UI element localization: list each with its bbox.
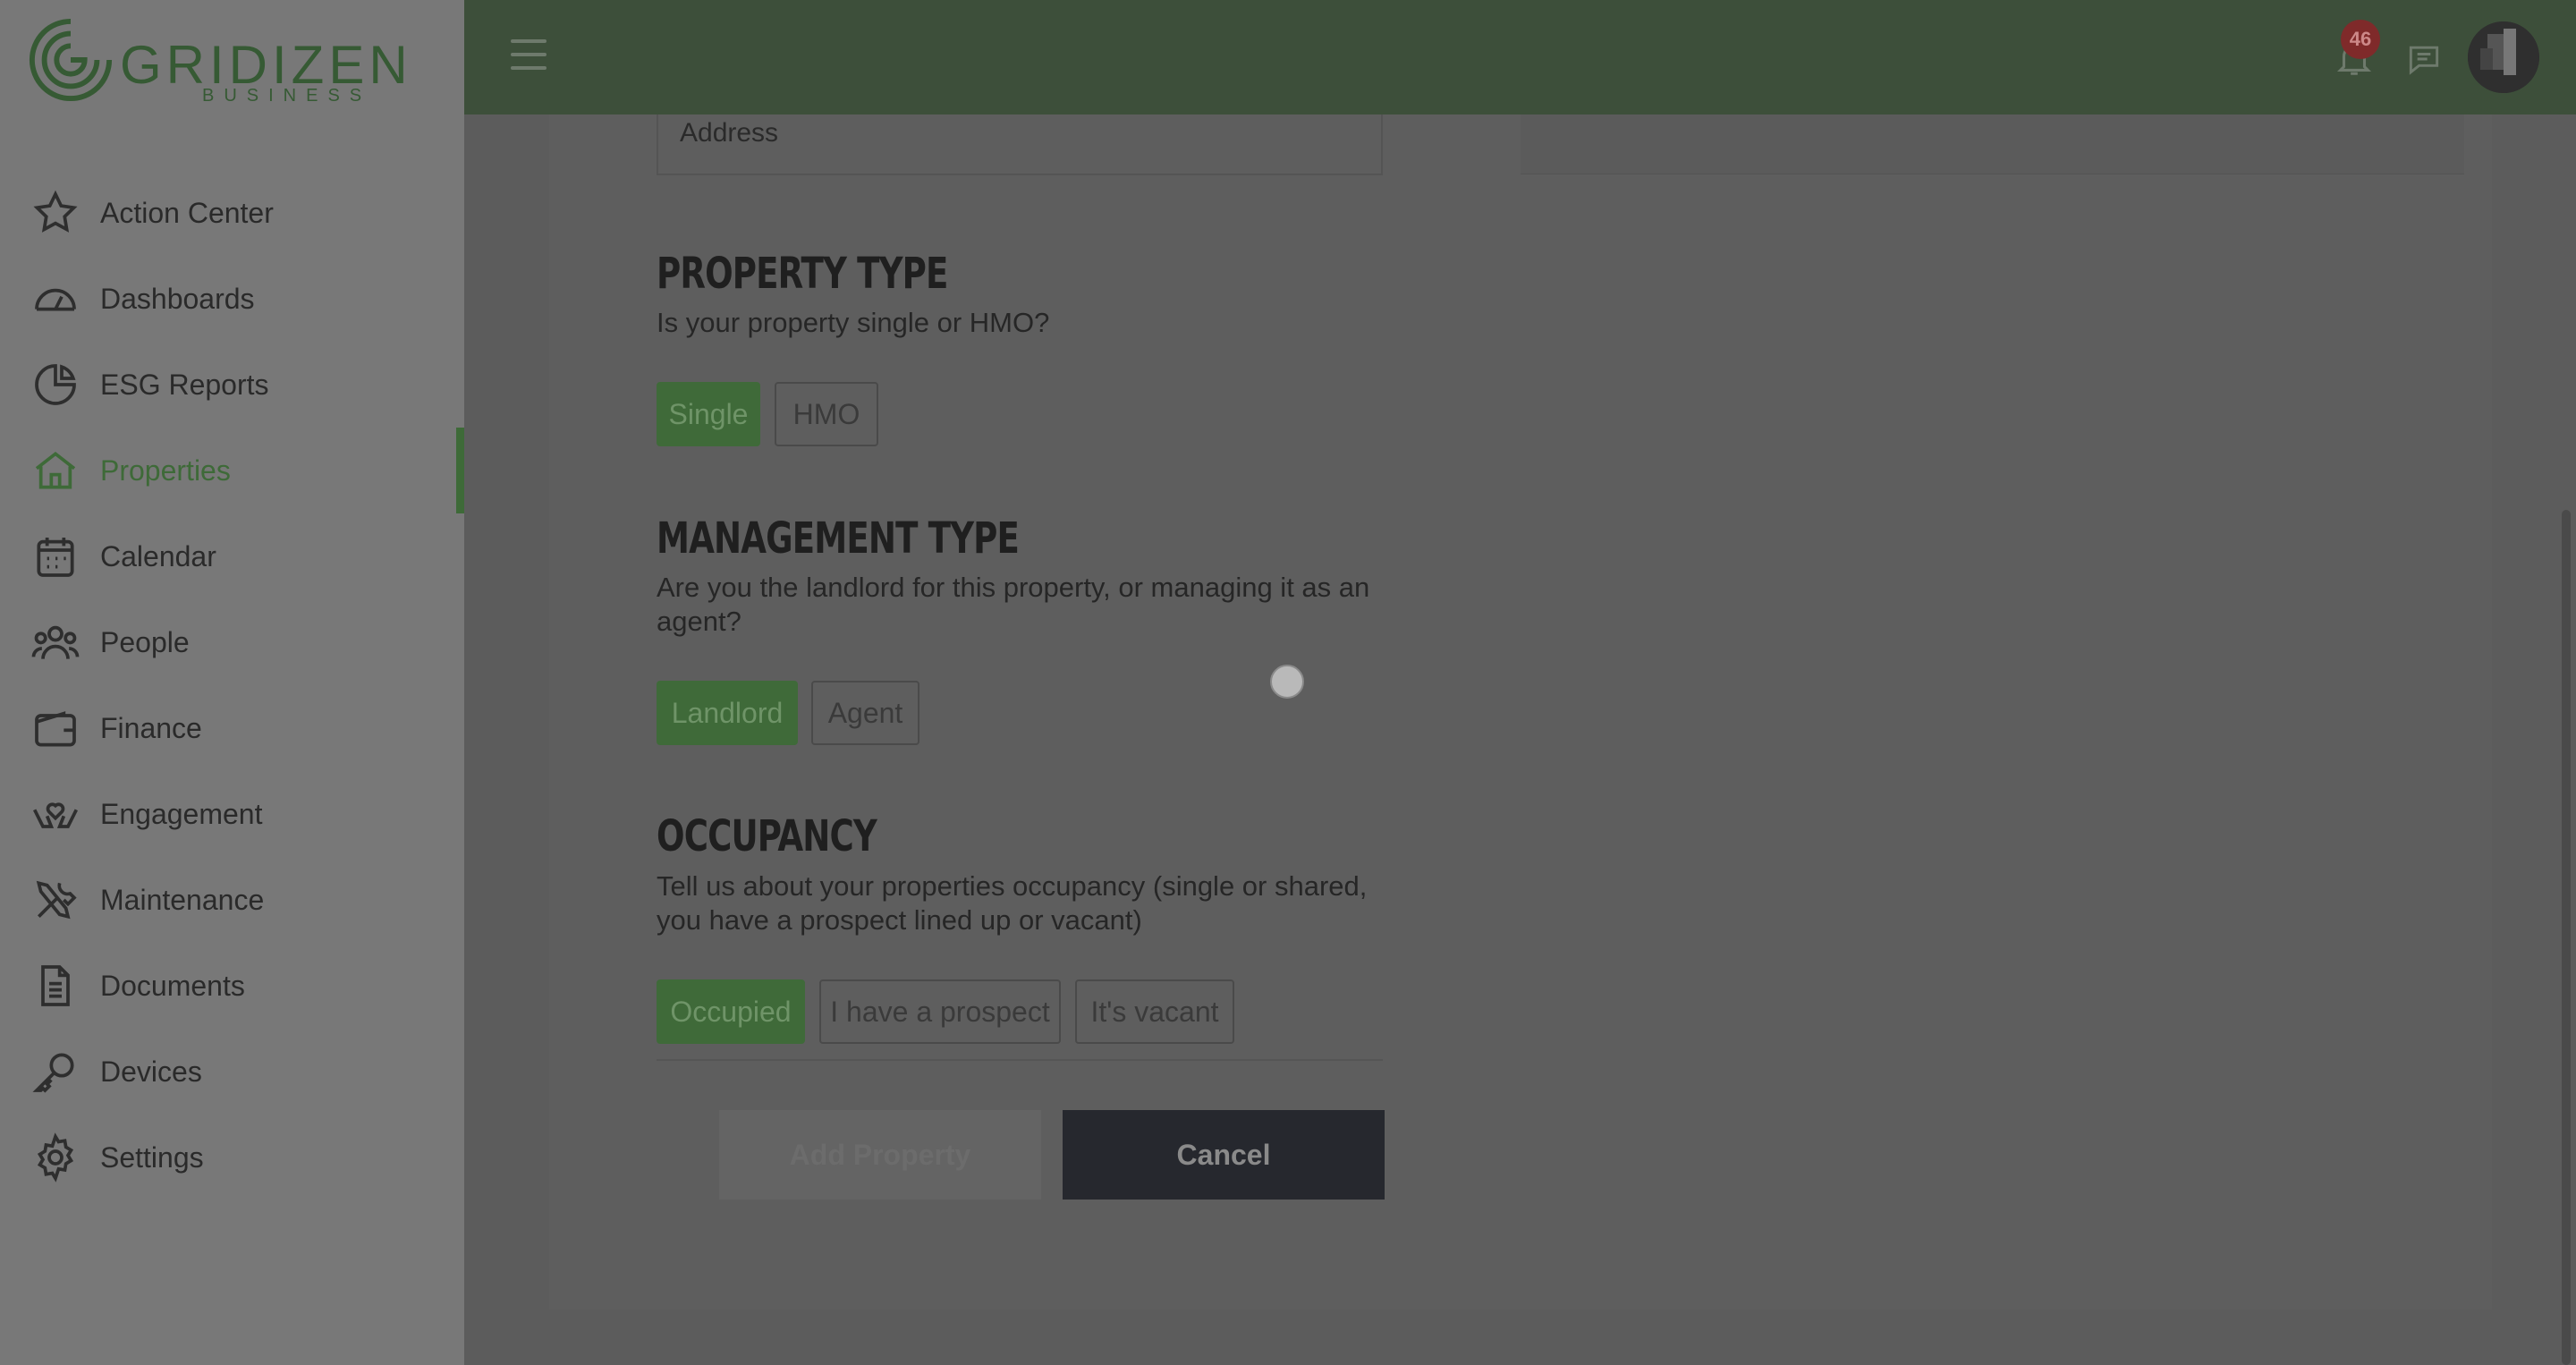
gauge-icon: [29, 272, 82, 326]
sidebar-item-devices[interactable]: Devices: [0, 1029, 464, 1115]
sidebar-nav: Action Center Dashboards ESG Reports Pro…: [0, 170, 464, 1200]
sidebar-item-label: Dashboards: [100, 282, 255, 315]
notification-badge: 46: [2341, 20, 2380, 59]
sidebar-item-maintenance[interactable]: Maintenance: [0, 857, 464, 943]
sidebar-item-label: Settings: [100, 1140, 204, 1174]
key-icon: [29, 1045, 82, 1098]
sidebar-item-esg-reports[interactable]: ESG Reports: [0, 342, 464, 428]
sidebar-item-label: Calendar: [100, 539, 216, 572]
logo[interactable]: GRIDIZEN BUSINESS: [27, 16, 408, 106]
brand-sub: BUSINESS: [202, 86, 372, 106]
sidebar-item-label: Action Center: [100, 196, 274, 229]
chat-icon[interactable]: [2402, 39, 2446, 79]
wallet-icon: [29, 701, 82, 755]
calendar-icon: [29, 530, 82, 583]
sidebar-item-people[interactable]: People: [0, 599, 464, 685]
sidebar-item-finance[interactable]: Finance: [0, 685, 464, 771]
sidebar-item-calendar[interactable]: Calendar: [0, 513, 464, 599]
option-occupied[interactable]: Occupied: [657, 979, 805, 1044]
property-type-title: PROPERTY TYPE: [657, 249, 948, 299]
sidebar: GRIDIZEN BUSINESS Action Center Dashboar…: [0, 0, 464, 1365]
occupancy-title: OCCUPANCY: [657, 811, 877, 861]
gear-icon: [29, 1131, 82, 1184]
option-prospect[interactable]: I have a prospect: [819, 979, 1061, 1044]
sidebar-item-label: People: [100, 625, 190, 658]
sidebar-item-documents[interactable]: Documents: [0, 943, 464, 1029]
option-landlord[interactable]: Landlord: [657, 681, 798, 745]
gridizen-logo-icon: [29, 18, 113, 102]
sidebar-item-action-center[interactable]: Action Center: [0, 170, 464, 256]
property-type-description: Is your property single or HMO?: [657, 307, 1050, 338]
sidebar-item-label: Engagement: [100, 797, 263, 830]
option-single[interactable]: Single: [657, 382, 760, 446]
address-field[interactable]: Address: [657, 114, 1383, 175]
tools-icon: [29, 873, 82, 927]
sidebar-item-engagement[interactable]: Engagement: [0, 771, 464, 857]
sidebar-item-label: Documents: [100, 969, 245, 1002]
option-agent[interactable]: Agent: [811, 681, 919, 745]
add-property-button[interactable]: Add Property: [719, 1110, 1041, 1200]
avatar-image-icon: [2468, 21, 2539, 93]
menu-toggle-icon[interactable]: [511, 39, 547, 72]
document-icon: [29, 959, 82, 1013]
sidebar-item-label: Properties: [100, 454, 231, 487]
sidebar-item-settings[interactable]: Settings: [0, 1115, 464, 1200]
sidebar-item-label: ESG Reports: [100, 368, 269, 401]
topbar: 46: [464, 0, 2576, 114]
sidebar-item-dashboards[interactable]: Dashboards: [0, 256, 464, 342]
sidebar-item-properties[interactable]: Properties: [0, 428, 464, 513]
pie-chart-icon: [29, 358, 82, 411]
sidebar-item-label: Finance: [100, 711, 202, 744]
heart-hands-icon: [29, 787, 82, 841]
management-type-title: MANAGEMENT TYPE: [657, 513, 1020, 564]
sidebar-item-label: Devices: [100, 1055, 202, 1088]
address-label: Address: [680, 118, 779, 148]
cursor-indicator: [1270, 665, 1304, 699]
side-panel: [1521, 114, 2464, 174]
cancel-button[interactable]: Cancel: [1063, 1110, 1385, 1200]
scrollbar[interactable]: [2562, 510, 2571, 1365]
home-icon: [29, 444, 82, 497]
option-hmo[interactable]: HMO: [775, 382, 878, 446]
divider: [657, 1059, 1383, 1061]
occupancy-description: Tell us about your properties occupancy …: [657, 870, 1368, 936]
avatar[interactable]: [2468, 21, 2539, 93]
star-icon: [29, 186, 82, 240]
management-type-description: Are you the landlord for this property, …: [657, 572, 1370, 637]
option-vacant[interactable]: It's vacant: [1075, 979, 1234, 1044]
sidebar-item-label: Maintenance: [100, 883, 265, 916]
people-icon: [29, 615, 82, 669]
